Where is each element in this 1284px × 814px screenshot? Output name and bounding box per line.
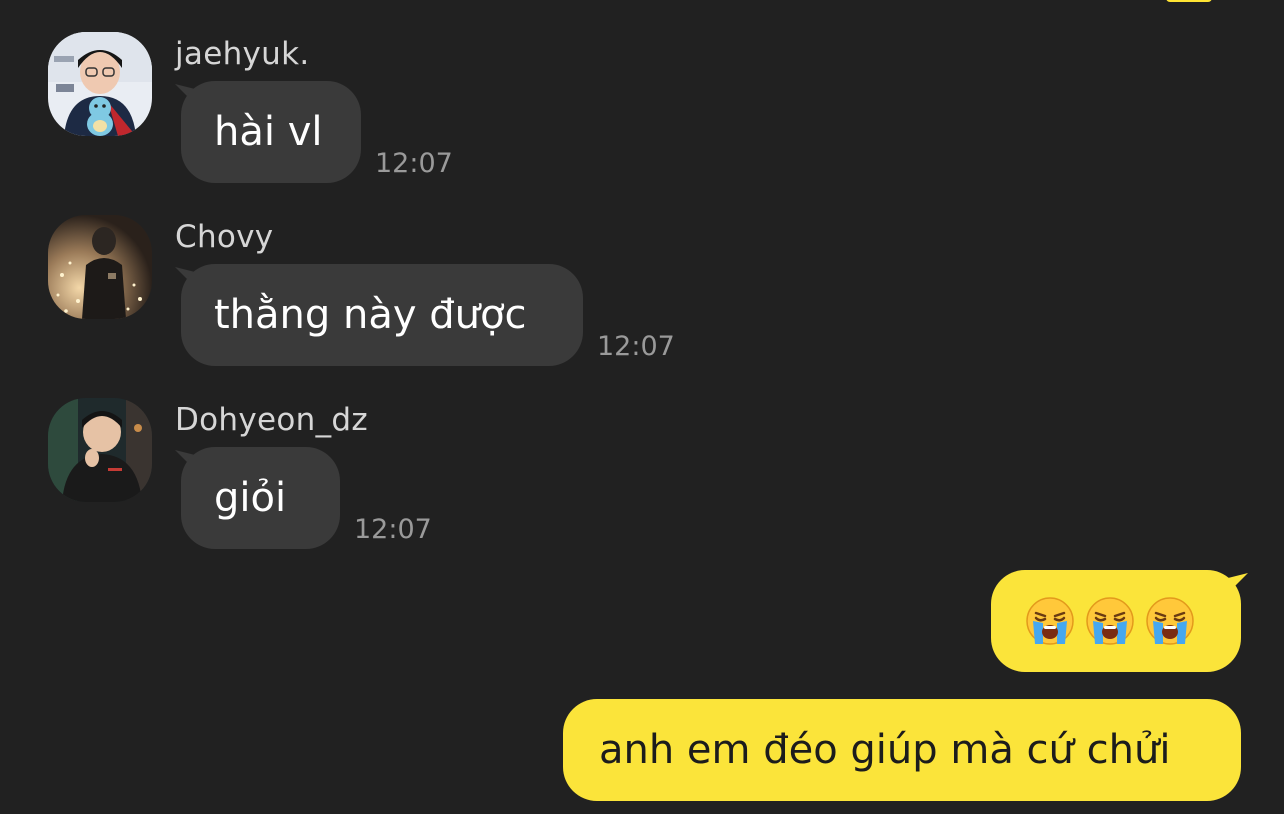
- chat-screen: jaehyuk. hài vl 12:07 Chovy thằng này đư…: [0, 0, 1284, 814]
- message-text: hài vl: [214, 109, 323, 155]
- avatar-chovy[interactable]: [48, 215, 152, 319]
- loudly-crying-face-icon: [1146, 597, 1194, 645]
- sender-name: Dohyeon_dz: [175, 402, 368, 438]
- outgoing-message-bubble[interactable]: anh em đéo giúp mà cứ chửi: [563, 699, 1241, 801]
- loudly-crying-face-icon: [1026, 597, 1074, 645]
- emoji-message: [1025, 596, 1195, 646]
- message-timestamp: 12:07: [597, 331, 675, 362]
- incoming-message-bubble[interactable]: thằng này được: [181, 264, 583, 366]
- avatar-jaehyuk[interactable]: [48, 32, 152, 136]
- avatar-photo-icon: [48, 398, 152, 502]
- message-text: thằng này được: [214, 292, 527, 338]
- avatar-dohyeon[interactable]: [48, 398, 152, 502]
- message-text: anh em đéo giúp mà cứ chửi: [599, 727, 1171, 773]
- message-timestamp: 12:07: [354, 514, 432, 545]
- message-timestamp: 12:07: [375, 148, 453, 179]
- outgoing-message-bubble[interactable]: [991, 570, 1241, 672]
- previous-outgoing-bubble-edge: [1166, 0, 1212, 2]
- loudly-crying-face-icon: [1086, 597, 1134, 645]
- message-text: giỏi: [214, 475, 287, 521]
- avatar-photo-icon: [48, 32, 152, 136]
- incoming-message-bubble[interactable]: hài vl: [181, 81, 361, 183]
- incoming-message-bubble[interactable]: giỏi: [181, 447, 340, 549]
- avatar-photo-icon: [48, 215, 152, 319]
- sender-name: jaehyuk.: [175, 36, 310, 72]
- sender-name: Chovy: [175, 219, 274, 255]
